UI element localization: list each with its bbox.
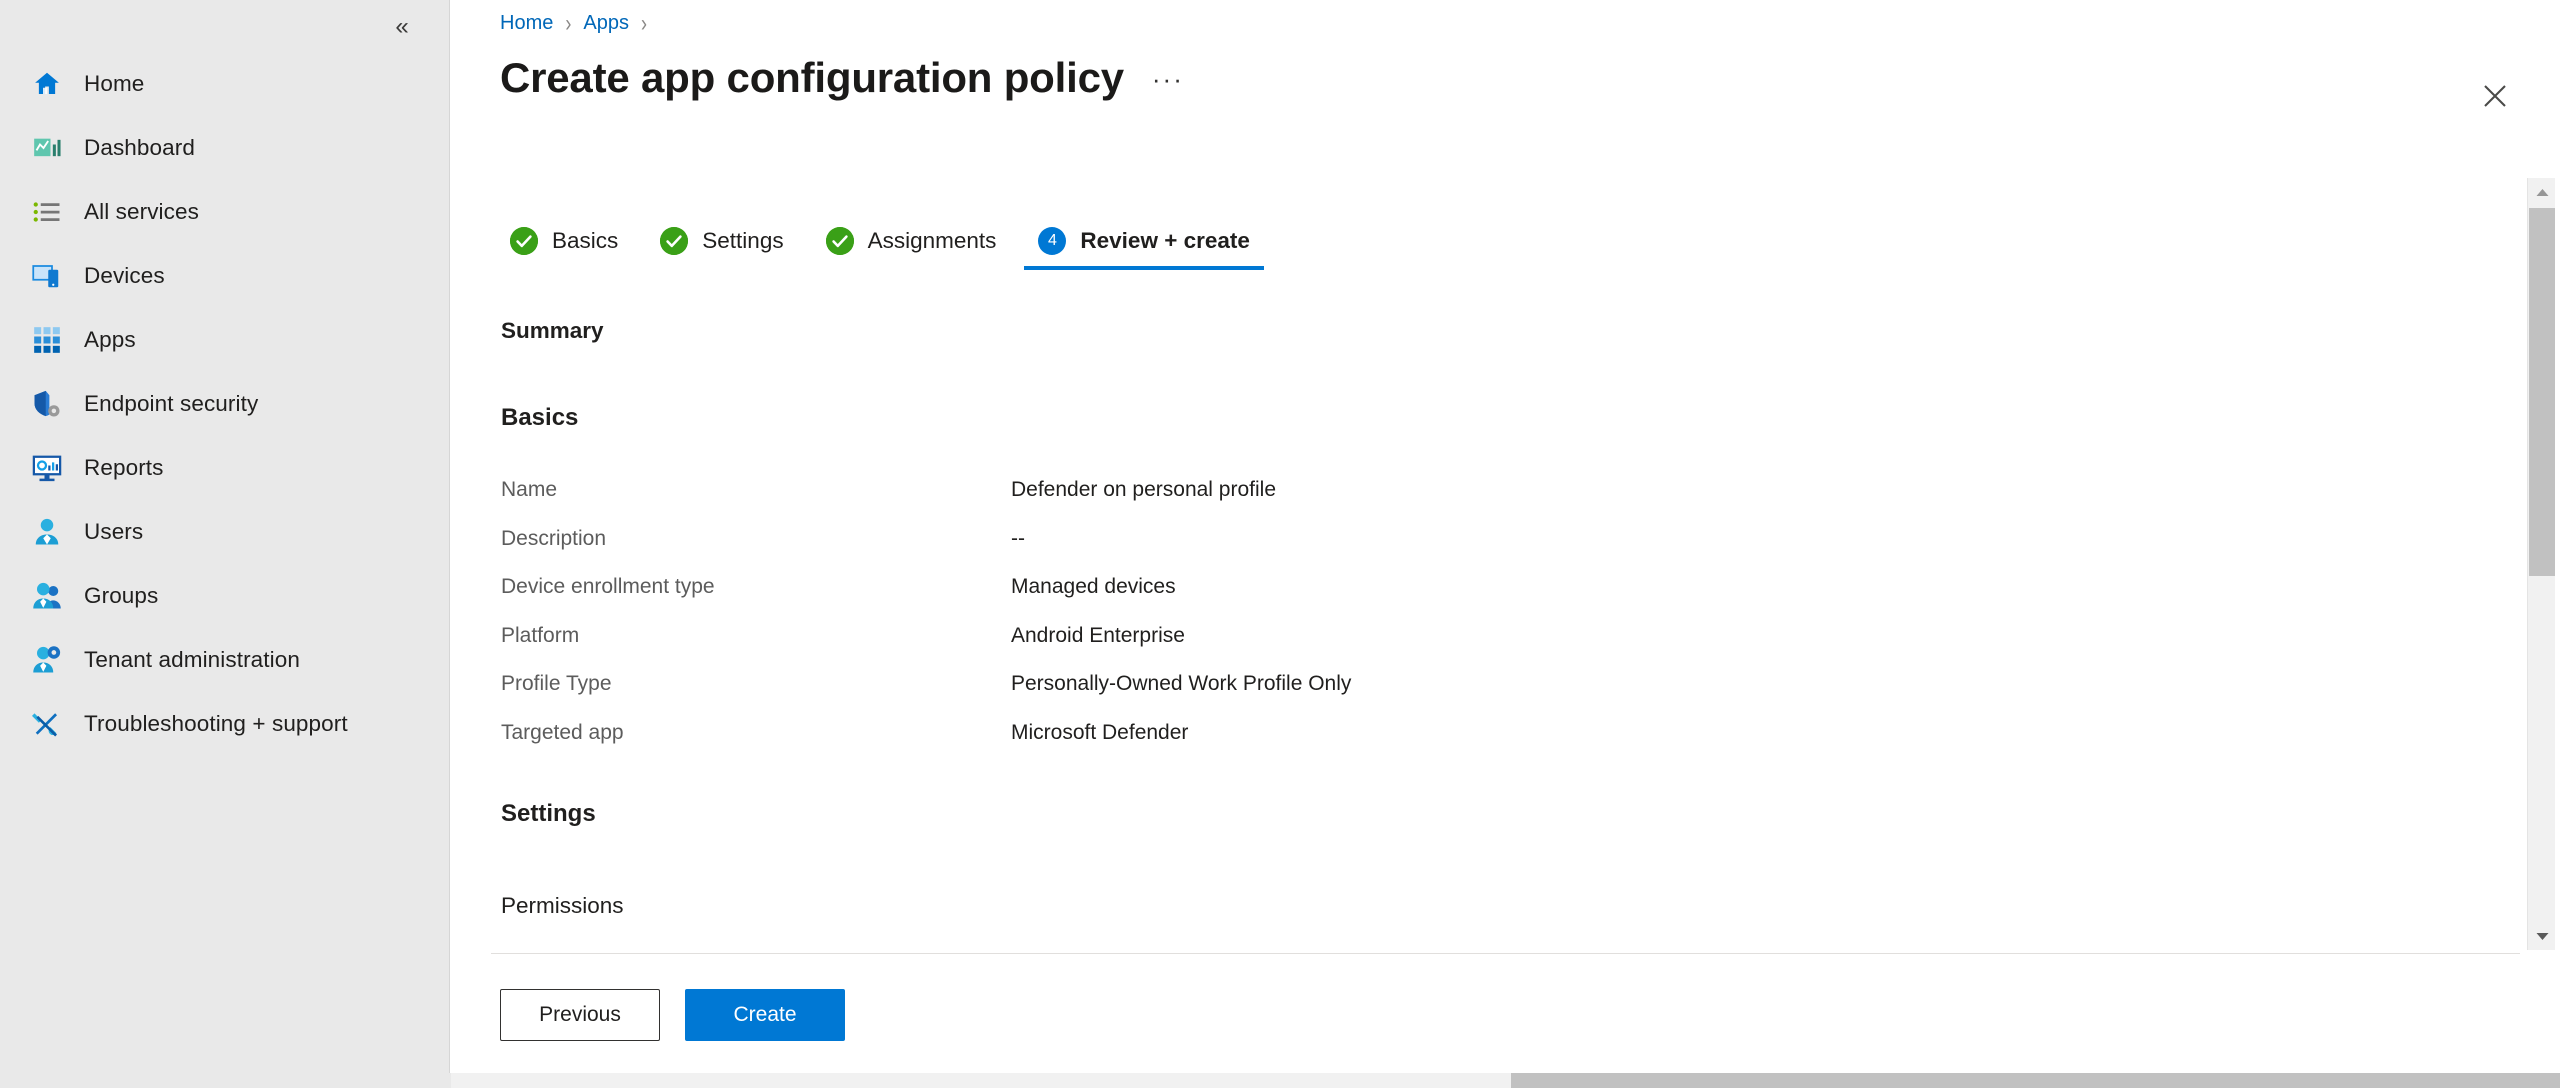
active-tab-underline [1024, 266, 1264, 270]
scroll-up-icon[interactable] [2528, 178, 2556, 206]
tab-label: Assignments [867, 228, 997, 253]
sidebar-item-dashboard[interactable]: Dashboard [0, 116, 450, 180]
home-icon [30, 67, 64, 101]
row-key: Name [501, 478, 558, 502]
app-root: « Home Dashboard All services Devices Ap… [0, 0, 2560, 1088]
shield-gear-icon [30, 387, 64, 421]
sidebar-item-users[interactable]: Users [0, 500, 450, 564]
sidebar-item-all-services[interactable]: All services [0, 180, 450, 244]
row-key: Platform [501, 623, 580, 647]
basics-summary-table: Name Defender on personal profile Descri… [501, 466, 1901, 757]
user-gear-icon [30, 643, 64, 677]
table-row: Targeted app Microsoft Defender [501, 709, 1901, 758]
row-key: Targeted app [501, 720, 624, 744]
check-icon [660, 227, 689, 255]
vertical-scrollbar[interactable] [2527, 178, 2555, 950]
check-icon [510, 227, 538, 255]
previous-button[interactable]: Previous [500, 989, 660, 1041]
close-icon [2483, 84, 2507, 108]
scroll-down-icon[interactable] [2528, 922, 2556, 950]
row-value: Android Enterprise [1011, 623, 1185, 647]
more-options-button[interactable]: ··· [1152, 66, 1184, 92]
dashboard-icon [30, 131, 64, 165]
summary-heading: Summary [501, 318, 604, 343]
settings-heading: Settings [501, 800, 596, 827]
sidebar-item-home[interactable]: Home [0, 52, 450, 116]
tab-label: Review + create [1080, 228, 1250, 253]
sidebar-item-endpoint-security[interactable]: Endpoint security [0, 372, 450, 436]
tab-label: Basics [552, 228, 619, 253]
sidebar-collapse-button[interactable]: « [383, 8, 421, 46]
footer-divider [491, 953, 2520, 954]
tab-label: Settings [702, 228, 784, 253]
groups-icon [30, 579, 64, 613]
table-row: Device enrollment type Managed devices [501, 563, 1901, 612]
row-value: Defender on personal profile [1011, 478, 1277, 502]
horizontal-scrollbar[interactable] [451, 1073, 2560, 1088]
bottom-left-strip [0, 1073, 451, 1088]
check-icon [825, 227, 854, 255]
step-number-badge: 4 [1038, 227, 1067, 255]
devices-icon [30, 259, 64, 293]
sidebar-item-label: Users [84, 519, 144, 544]
chevron-double-left-icon: « [395, 13, 409, 40]
sidebar-item-label: Troubleshooting + support [84, 711, 348, 736]
sidebar-item-reports[interactable]: Reports [0, 436, 450, 500]
table-row: Platform Android Enterprise [501, 612, 1901, 661]
row-value: Personally-Owned Work Profile Only [1011, 672, 1352, 696]
breadcrumb-item-home[interactable]: Home [500, 12, 553, 35]
table-row: Profile Type Personally-Owned Work Profi… [501, 660, 1901, 709]
sidebar-item-groups[interactable]: Groups [0, 564, 450, 628]
tab-basics[interactable]: Basics [496, 212, 632, 270]
sidebar-item-label: Devices [84, 263, 165, 288]
row-value: Managed devices [1011, 575, 1176, 599]
sidebar-nav: Home Dashboard All services Devices Apps… [0, 52, 450, 756]
row-key: Profile Type [501, 672, 612, 696]
permissions-label: Permissions [501, 893, 624, 918]
table-row: Description -- [501, 515, 1901, 564]
chevron-right-icon: › [565, 9, 572, 37]
user-icon [30, 515, 64, 549]
sidebar-item-label: Home [84, 71, 145, 96]
footer-actions: Previous Create [500, 989, 845, 1041]
row-value: Microsoft Defender [1011, 720, 1189, 744]
sidebar-item-label: Endpoint security [84, 391, 259, 416]
title-row: Create app configuration policy ··· [500, 54, 1184, 102]
wizard-tabs: Basics Settings Assignments 4 Review + c… [500, 212, 1278, 270]
close-button[interactable] [2473, 74, 2517, 118]
breadcrumb-item-apps[interactable]: Apps [583, 12, 629, 35]
breadcrumb: Home › Apps › [500, 9, 659, 37]
sidebar-item-label: Apps [84, 327, 136, 352]
tab-review-create[interactable]: 4 Review + create [1024, 212, 1264, 270]
sidebar: « Home Dashboard All services Devices Ap… [0, 0, 450, 1088]
create-button[interactable]: Create [685, 989, 845, 1041]
row-value: -- [1011, 526, 1025, 550]
sidebar-item-troubleshooting-support[interactable]: Troubleshooting + support [0, 692, 450, 756]
content-panel: Home › Apps › Create app configuration p… [451, 0, 2560, 1088]
table-row: Name Defender on personal profile [501, 466, 1901, 515]
wrench-screwdriver-icon [30, 707, 64, 741]
row-key: Description [501, 526, 607, 550]
sidebar-item-label: Dashboard [84, 135, 195, 160]
vertical-scrollbar-thumb[interactable] [2529, 208, 2555, 576]
horizontal-scrollbar-thumb[interactable] [1511, 1073, 2560, 1088]
sidebar-item-devices[interactable]: Devices [0, 244, 450, 308]
apps-grid-icon [30, 323, 64, 357]
chevron-right-icon: › [640, 9, 647, 37]
page-title: Create app configuration policy [500, 54, 1124, 101]
sidebar-item-tenant-administration[interactable]: Tenant administration [0, 628, 450, 692]
sidebar-item-label: Tenant administration [84, 647, 300, 672]
sidebar-item-label: All services [84, 199, 199, 224]
all-services-list-icon [30, 195, 64, 229]
sidebar-item-label: Reports [84, 455, 164, 480]
sidebar-item-label: Groups [84, 583, 159, 608]
reports-monitor-icon [30, 451, 64, 485]
tab-assignments[interactable]: Assignments [812, 212, 1011, 270]
basics-heading: Basics [501, 404, 579, 431]
tab-settings[interactable]: Settings [646, 212, 797, 270]
row-key: Device enrollment type [501, 575, 715, 599]
sidebar-item-apps[interactable]: Apps [0, 308, 450, 372]
